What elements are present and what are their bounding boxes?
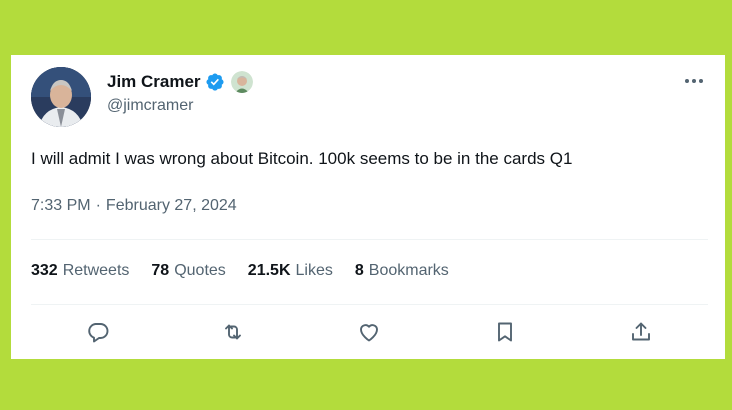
affiliate-avatar-icon[interactable] xyxy=(230,71,253,93)
quotes-stat[interactable]: 78 Quotes xyxy=(151,262,225,280)
reply-icon[interactable] xyxy=(83,317,113,347)
verified-badge-icon xyxy=(205,72,225,92)
avatar-photo-icon xyxy=(31,67,91,127)
engagement-stats: 332 Retweets 78 Quotes 21.5K Likes 8 Boo… xyxy=(31,262,449,280)
tweet-card: Jim Cramer @jimcramer I will admit I was… xyxy=(11,55,725,359)
quotes-label: Quotes xyxy=(174,262,226,279)
more-options-icon[interactable] xyxy=(683,71,705,91)
author-name[interactable]: Jim Cramer xyxy=(107,72,201,92)
action-bar xyxy=(11,317,725,347)
retweet-icon[interactable] xyxy=(218,317,248,347)
retweets-label: Retweets xyxy=(62,262,130,279)
divider xyxy=(31,304,708,305)
author-row: Jim Cramer xyxy=(107,71,253,93)
tweet-timestamp: 7:33 PM · February 27, 2024 xyxy=(31,197,237,215)
divider xyxy=(31,239,708,240)
tweet-time[interactable]: 7:33 PM xyxy=(31,197,91,215)
bookmarks-count: 8 xyxy=(354,262,364,279)
bookmarks-stat[interactable]: 8 Bookmarks xyxy=(355,262,449,280)
tweet-text: I will admit I was wrong about Bitcoin. … xyxy=(31,149,573,168)
meta-separator: · xyxy=(95,197,101,214)
quotes-count: 78 xyxy=(151,262,170,279)
tweet-date[interactable]: February 27, 2024 xyxy=(106,197,237,215)
likes-count: 21.5K xyxy=(247,262,291,279)
like-icon[interactable] xyxy=(354,317,384,347)
retweets-count: 332 xyxy=(31,262,58,279)
retweets-stat[interactable]: 332 Retweets xyxy=(31,262,129,280)
share-icon[interactable] xyxy=(626,317,656,347)
likes-label: Likes xyxy=(295,262,333,279)
avatar[interactable] xyxy=(31,67,91,127)
bookmark-icon[interactable] xyxy=(490,317,520,347)
author-handle[interactable]: @jimcramer xyxy=(107,97,193,115)
likes-stat[interactable]: 21.5K Likes xyxy=(248,262,333,280)
bookmarks-label: Bookmarks xyxy=(368,262,449,279)
